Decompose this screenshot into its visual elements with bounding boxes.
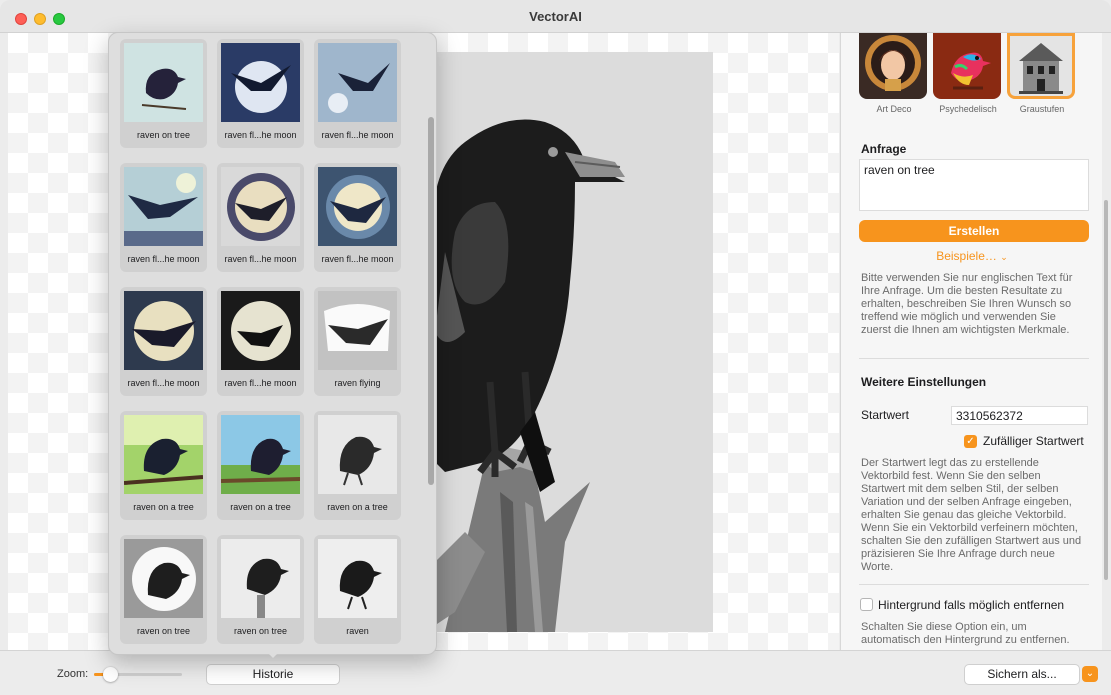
examples-dropdown[interactable]: Beispiele… ⌄ — [841, 249, 1102, 263]
history-item-label: raven fl...he moon — [224, 130, 297, 140]
style-thumb-grayscale — [1007, 33, 1075, 99]
style-label: Psychedelisch — [939, 104, 997, 114]
history-item-label: raven fl...he moon — [224, 254, 297, 264]
more-settings-heading: Weitere Einstellungen — [861, 375, 987, 389]
history-item[interactable]: raven fl...he moon — [217, 287, 304, 396]
style-picker: Art Deco Psychedelisch Graustufen — [859, 33, 1077, 114]
history-item[interactable]: raven fl...he moon — [120, 163, 207, 272]
history-thumbnail — [318, 291, 397, 370]
history-item-label: raven on a tree — [327, 502, 388, 512]
random-seed-checkbox[interactable]: ✓ — [964, 435, 977, 448]
history-item[interactable]: raven flying — [314, 287, 401, 396]
seed-input[interactable]: 3310562372 — [951, 406, 1088, 425]
raven-artwork — [425, 52, 713, 632]
history-item[interactable]: raven on tree — [217, 535, 304, 644]
history-scrollbar[interactable] — [428, 117, 434, 485]
colorful-bird-icon — [951, 52, 991, 90]
create-button[interactable]: Erstellen — [859, 220, 1089, 242]
save-as-button[interactable]: Sichern als... — [964, 664, 1080, 685]
history-item[interactable]: raven on a tree — [120, 411, 207, 520]
sidebar-scrollbar[interactable] — [1104, 200, 1108, 580]
history-item[interactable]: raven on a tree — [314, 411, 401, 520]
history-item[interactable]: raven fl...he moon — [120, 287, 207, 396]
history-item[interactable]: raven fl...he moon — [217, 163, 304, 272]
style-grayscale[interactable]: Graustufen — [1007, 33, 1077, 114]
history-thumbnail — [124, 167, 203, 246]
style-thumb-psychedelic — [933, 33, 1001, 99]
window-title: VectorAI — [529, 9, 582, 24]
house-icon — [1019, 43, 1063, 94]
history-item-label: raven on a tree — [230, 502, 291, 512]
history-thumbnail — [221, 291, 300, 370]
remove-background-help-text: Schalten Sie diese Option ein, um automa… — [861, 621, 1070, 646]
history-item-label: raven fl...he moon — [224, 378, 297, 388]
remove-background-label: Hintergrund falls möglich entfernen — [878, 598, 1065, 612]
style-psychedelic[interactable]: Psychedelisch — [933, 33, 1003, 114]
history-thumbnail — [318, 415, 397, 494]
divider — [859, 358, 1089, 359]
prompt-input[interactable]: raven on tree — [859, 159, 1089, 211]
zoom-label: Zoom: — [57, 668, 89, 680]
app-window: VectorAI Art Deco Psychedelisch Graustuf… — [0, 0, 1111, 695]
history-button[interactable]: Historie — [206, 664, 340, 685]
history-popover: raven on tree raven fl...he moon raven fl.… — [108, 32, 437, 655]
history-thumbnail — [221, 167, 300, 246]
history-item-label: raven on tree — [233, 626, 288, 636]
settings-sidebar: Art Deco Psychedelisch Graustufen Anfrag… — [840, 33, 1102, 650]
history-item[interactable]: raven fl...he moon — [314, 39, 401, 148]
history-item-label: raven flying — [334, 378, 381, 388]
history-item[interactable]: raven fl...he moon — [314, 163, 401, 272]
style-label: Graustufen — [1019, 104, 1065, 114]
seed-help-text: Der Startwert legt das zu erstellende Ve… — [861, 457, 1082, 573]
random-seed-label: Zufälliger Startwert — [983, 434, 1084, 448]
history-thumbnail — [124, 43, 203, 122]
style-thumb-art-deco — [859, 33, 927, 99]
history-thumbnail — [124, 539, 203, 618]
style-label: Art Deco — [876, 104, 912, 114]
prompt-heading: Anfrage — [861, 142, 907, 156]
history-item-label: raven on a tree — [133, 502, 194, 512]
prompt-help-text: Bitte verwenden Sie nur englischen Text … — [861, 272, 1073, 336]
history-thumbnail — [318, 539, 397, 618]
history-item[interactable]: raven on tree — [120, 535, 207, 644]
art-deco-portrait-icon — [865, 35, 921, 91]
history-thumbnail — [221, 43, 300, 122]
save-options-chevron-icon[interactable]: ⌄ — [1082, 666, 1098, 682]
bottom-toolbar: Zoom: Historie Sichern als... ⌄ — [0, 650, 1111, 695]
history-item[interactable]: raven fl...he moon — [217, 39, 304, 148]
title-bar: VectorAI — [0, 0, 1111, 33]
history-item[interactable]: raven on a tree — [217, 411, 304, 520]
history-item[interactable]: raven on tree — [120, 39, 207, 148]
history-item-label: raven fl...he moon — [127, 378, 200, 388]
history-grid: raven on tree raven fl...he moon raven fl.… — [120, 39, 402, 644]
history-thumbnail — [221, 539, 300, 618]
history-thumbnail — [221, 415, 300, 494]
style-art-deco[interactable]: Art Deco — [859, 33, 929, 114]
history-thumbnail — [124, 415, 203, 494]
popover-arrow — [265, 650, 281, 658]
chevron-down-icon: ⌄ — [1000, 252, 1008, 262]
remove-background-checkbox[interactable] — [860, 598, 873, 611]
divider — [859, 584, 1089, 585]
zoom-slider-knob[interactable] — [103, 667, 118, 682]
history-item[interactable]: raven — [314, 535, 401, 644]
history-thumbnail — [318, 43, 397, 122]
history-item-label: raven fl...he moon — [321, 130, 394, 140]
generated-vector-image[interactable] — [425, 52, 713, 632]
examples-label: Beispiele… — [936, 249, 997, 263]
history-item-label: raven on tree — [136, 626, 191, 636]
history-thumbnail — [124, 291, 203, 370]
seed-label: Startwert — [861, 408, 910, 422]
history-item-label: raven fl...he moon — [127, 254, 200, 264]
history-item-label: raven on tree — [136, 130, 191, 140]
history-item-label: raven fl...he moon — [321, 254, 394, 264]
history-item-label: raven — [346, 626, 369, 636]
history-thumbnail — [318, 167, 397, 246]
